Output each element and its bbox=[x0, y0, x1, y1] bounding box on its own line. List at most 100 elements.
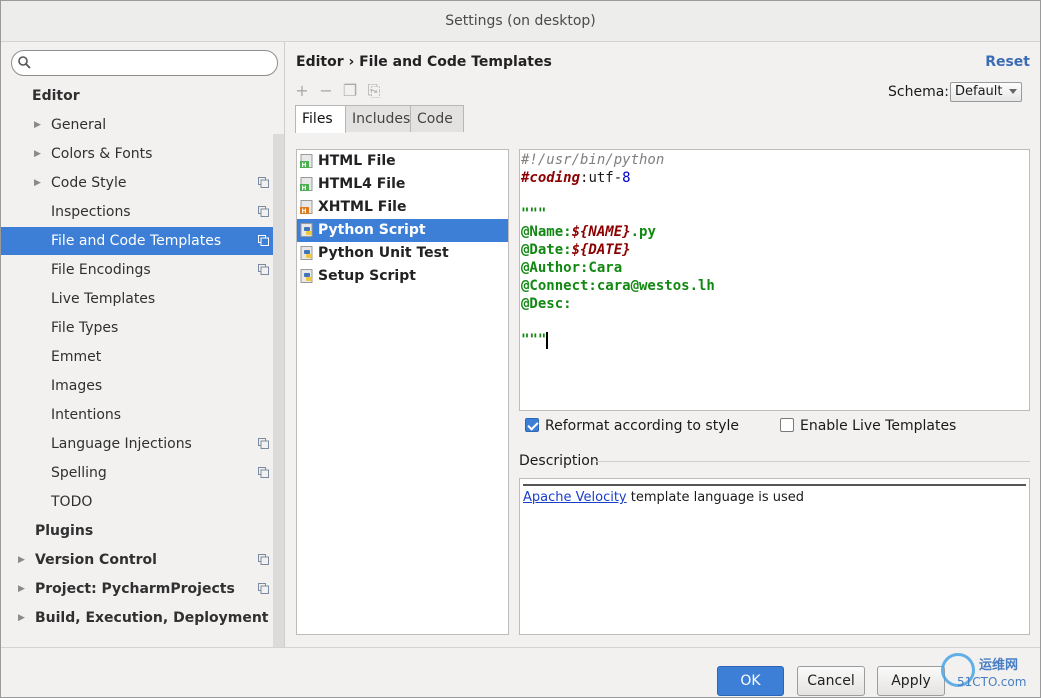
sidebar-scrollbar[interactable] bbox=[273, 134, 284, 647]
sidebar-item[interactable]: ▶ Project: PycharmProjects bbox=[1, 575, 273, 603]
sidebar-item[interactable]: Live Templates bbox=[1, 285, 273, 313]
project-scope-icon bbox=[258, 177, 269, 188]
reset-link[interactable]: Reset bbox=[985, 54, 1030, 70]
templates-panel: Editor › File and Code Templates Reset +… bbox=[286, 42, 1040, 647]
sidebar-item-label: File Types bbox=[51, 320, 119, 336]
sidebar-item[interactable]: ▶ Code Style bbox=[1, 169, 273, 197]
sidebar-item[interactable]: TODO bbox=[1, 488, 273, 516]
copy-icon[interactable]: ❐ bbox=[340, 82, 360, 100]
watermark-top: 运维网 bbox=[979, 658, 1019, 673]
sidebar-item[interactable]: ▶ Version Control bbox=[1, 546, 273, 574]
description-box: Apache Velocity template language is use… bbox=[519, 478, 1030, 635]
template-file-list: H HTML File H HTML4 File H XHTML File Python S… bbox=[296, 149, 509, 635]
expand-arrow-icon[interactable]: ▶ bbox=[18, 575, 25, 603]
search-input[interactable] bbox=[11, 50, 278, 76]
apply-button[interactable]: Apply bbox=[877, 666, 945, 696]
watermark-logo: 运维网 51CTO.com bbox=[941, 651, 1041, 697]
sidebar-item-label: Code Style bbox=[51, 175, 127, 191]
template-file-item[interactable]: H HTML File bbox=[297, 150, 508, 173]
tab-code[interactable]: Code bbox=[410, 105, 464, 132]
reset-template-icon[interactable]: ⎘ bbox=[364, 82, 384, 100]
sidebar-item[interactable]: ▶ General bbox=[1, 111, 273, 139]
code-token: """ bbox=[521, 206, 547, 222]
sidebar-item[interactable]: Emmet bbox=[1, 343, 273, 371]
template-file-name: Setup Script bbox=[318, 268, 416, 284]
svg-text:H: H bbox=[302, 162, 307, 169]
sidebar-item[interactable]: Inspections bbox=[1, 198, 273, 226]
sidebar-item[interactable]: File Encodings bbox=[1, 256, 273, 284]
window-title: Settings (on desktop) bbox=[1, 1, 1040, 42]
code-token: #!/usr/bin/python bbox=[521, 152, 665, 168]
remove-icon[interactable]: − bbox=[316, 82, 336, 100]
project-scope-icon bbox=[258, 583, 269, 594]
template-editor[interactable]: #!/usr/bin/python #coding:utf-8 """ @Name:$… bbox=[519, 149, 1030, 411]
html4-file-icon: H bbox=[300, 177, 313, 192]
add-icon[interactable]: + bbox=[292, 82, 312, 100]
sidebar-item[interactable]: Images bbox=[1, 372, 273, 400]
expand-arrow-icon[interactable]: ▶ bbox=[34, 111, 41, 139]
code-line: @Connect:cara@westos.lh bbox=[521, 277, 715, 295]
sidebar-item-label: Editor bbox=[32, 88, 80, 104]
template-file-item[interactable]: Setup Script bbox=[297, 265, 508, 288]
sidebar-item-label: Plugins bbox=[35, 523, 94, 539]
sidebar-item[interactable]: File Types bbox=[1, 314, 273, 342]
expand-arrow-icon[interactable]: ▶ bbox=[18, 604, 25, 632]
live-templates-label: Enable Live Templates bbox=[800, 418, 957, 434]
code-line: @Name:${NAME}.py bbox=[521, 223, 656, 241]
project-scope-icon bbox=[258, 235, 269, 246]
code-token: """ bbox=[521, 332, 547, 348]
code-token: @Date: bbox=[521, 242, 572, 258]
template-file-name: Python Script bbox=[318, 222, 426, 238]
code-line: """ bbox=[521, 331, 549, 349]
sidebar-item-label: Build, Execution, Deployment bbox=[35, 610, 269, 626]
sidebar-item-label: Emmet bbox=[51, 349, 102, 365]
schema-select[interactable]: Default bbox=[950, 82, 1022, 102]
svg-text:H: H bbox=[302, 208, 307, 215]
watermark-bottom: 51CTO.com bbox=[957, 675, 1027, 689]
python-file-icon bbox=[300, 269, 313, 283]
sidebar-item[interactable]: Editor bbox=[1, 82, 273, 110]
sidebar-item[interactable]: Intentions bbox=[1, 401, 273, 429]
tab-includes[interactable]: Includes bbox=[345, 105, 411, 132]
code-token: @Connect:cara@westos.lh bbox=[521, 278, 715, 294]
text-caret bbox=[546, 331, 549, 349]
sidebar-item-label: Version Control bbox=[35, 552, 157, 568]
code-token: ${DATE} bbox=[571, 242, 631, 258]
template-file-item[interactable]: Python Unit Test bbox=[297, 242, 508, 265]
code-token: .py bbox=[630, 224, 656, 240]
checkbox-unchecked-icon bbox=[780, 418, 794, 432]
sidebar-item-label: Images bbox=[51, 378, 103, 394]
sidebar-item[interactable]: File and Code Templates bbox=[1, 227, 273, 255]
ok-button[interactable]: OK bbox=[717, 666, 784, 696]
sidebar-item[interactable]: Language Injections bbox=[1, 430, 273, 458]
sidebar-item-label: Project: PycharmProjects bbox=[35, 581, 235, 597]
expand-arrow-icon[interactable]: ▶ bbox=[18, 546, 25, 574]
tab-files[interactable]: Files bbox=[295, 105, 346, 133]
cancel-button[interactable]: Cancel bbox=[797, 666, 865, 696]
code-line: #coding:utf-8 bbox=[521, 169, 631, 187]
sidebar-item-label: Language Injections bbox=[51, 436, 192, 452]
template-file-item[interactable]: H HTML4 File bbox=[297, 173, 508, 196]
expand-arrow-icon[interactable]: ▶ bbox=[34, 140, 41, 168]
sidebar-item[interactable]: Plugins bbox=[1, 517, 273, 545]
templates-toolbar: + − ❐ ⎘ bbox=[292, 82, 388, 100]
code-token: @Author:Cara bbox=[521, 260, 623, 276]
project-scope-icon bbox=[258, 264, 269, 275]
apache-velocity-link[interactable]: Apache Velocity bbox=[523, 490, 627, 505]
template-file-item[interactable]: Python Script bbox=[297, 219, 508, 242]
checkbox-checked-icon bbox=[525, 418, 539, 432]
sidebar-item-label: Intentions bbox=[51, 407, 122, 423]
description-suffix: template language is used bbox=[626, 490, 805, 505]
template-file-item[interactable]: H XHTML File bbox=[297, 196, 508, 219]
sidebar-item[interactable]: ▶ Build, Execution, Deployment bbox=[1, 604, 273, 632]
expand-arrow-icon[interactable]: ▶ bbox=[34, 169, 41, 197]
template-file-name: Python Unit Test bbox=[318, 245, 449, 261]
code-line: #!/usr/bin/python bbox=[521, 151, 664, 169]
svg-text:H: H bbox=[302, 185, 307, 192]
reformat-label: Reformat according to style bbox=[545, 418, 739, 434]
description-text: Apache Velocity template language is use… bbox=[523, 490, 804, 505]
sidebar-item[interactable]: ▶ Colors & Fonts bbox=[1, 140, 273, 168]
sidebar-item[interactable]: Spelling bbox=[1, 459, 273, 487]
breadcrumb: Editor › File and Code Templates bbox=[296, 54, 552, 70]
schema-label: Schema: bbox=[888, 84, 950, 100]
